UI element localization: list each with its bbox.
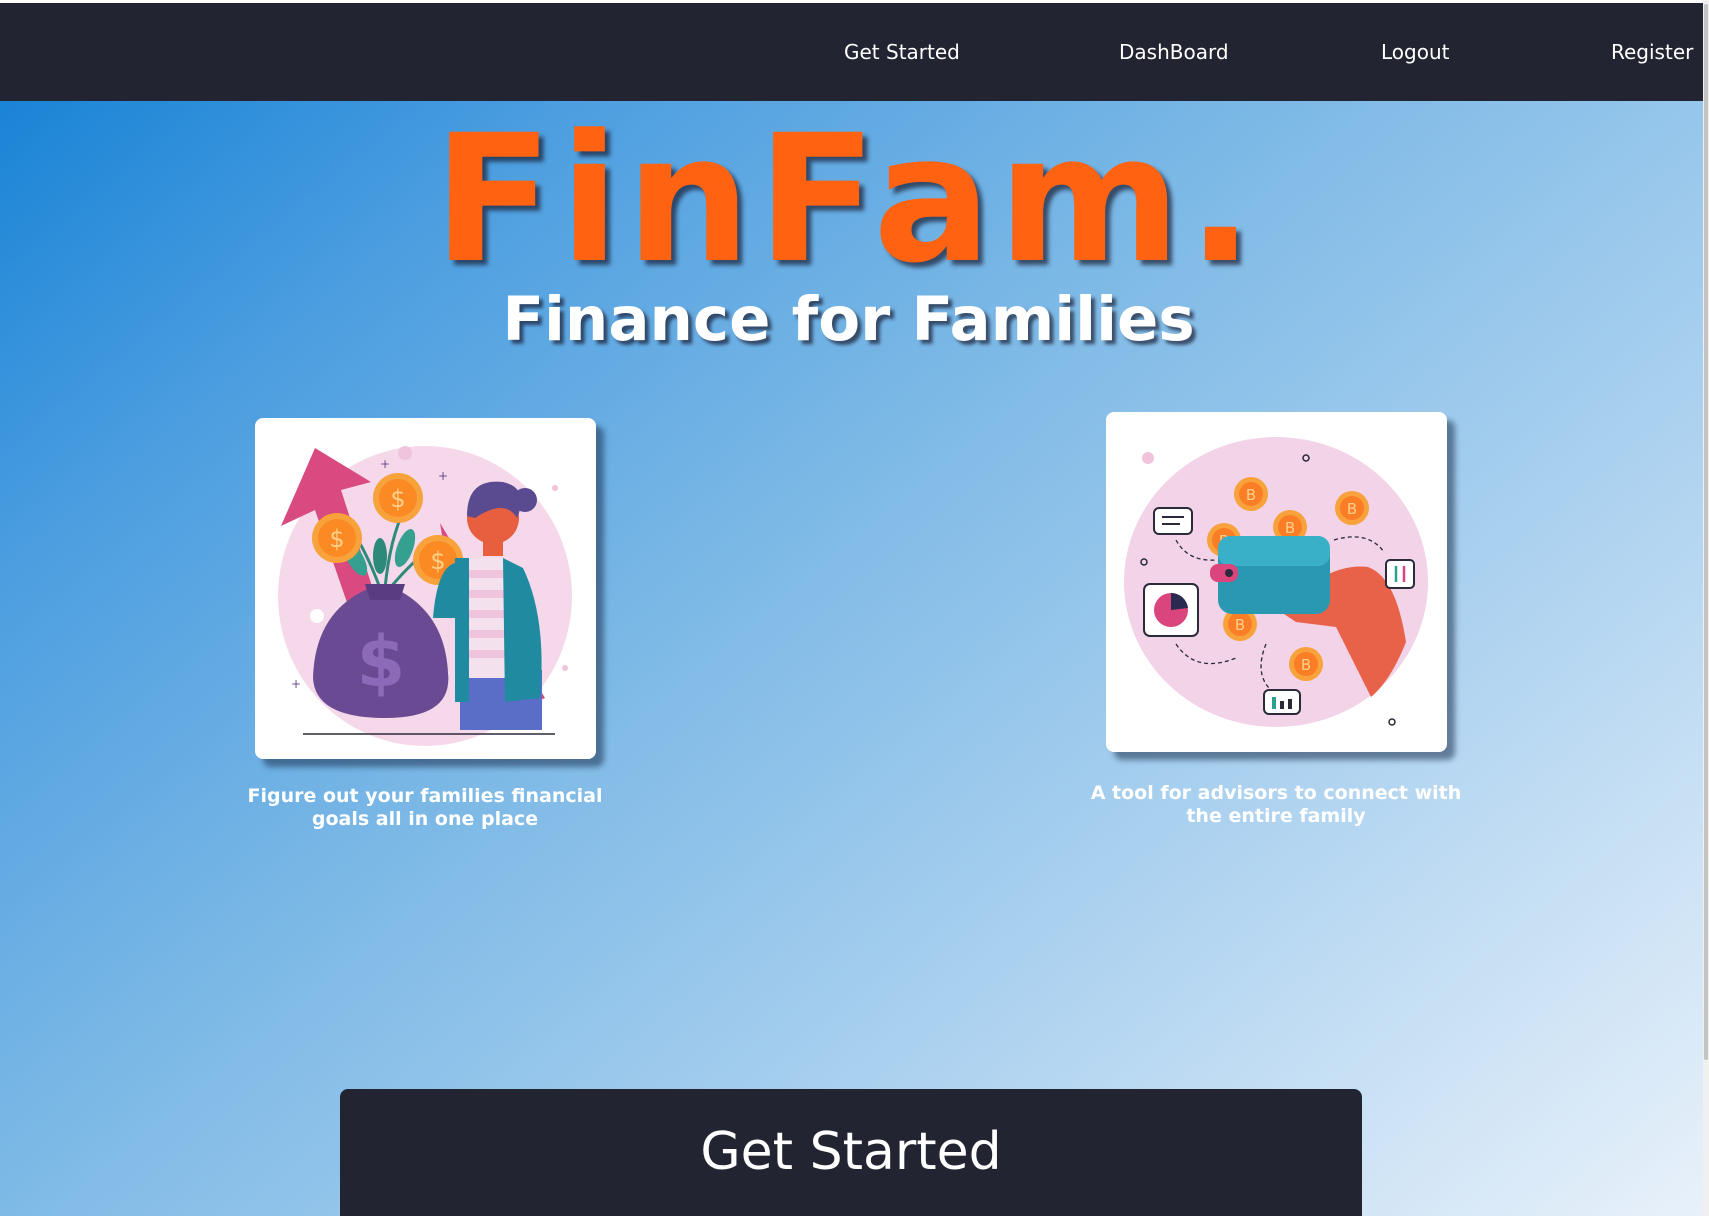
scrollbar-thumb[interactable] [1704, 4, 1708, 1060]
brand-tagline: Finance for Families [502, 284, 1195, 355]
svg-text:B: B [1285, 519, 1295, 537]
money-bag-illustration-icon: + + + $ $ $ $ [278, 446, 572, 746]
svg-text:+: + [291, 677, 301, 691]
top-navigation-bar: Get Started DashBoard Logout Register [0, 3, 1703, 101]
svg-text:B: B [1347, 500, 1357, 518]
feature-caption-advisors: A tool for advisors to connect with the … [1090, 782, 1462, 827]
vertical-scrollbar[interactable] [1703, 0, 1709, 1216]
wallet-bitcoin-illustration-icon: B B B B B B [1124, 437, 1428, 727]
svg-text:B: B [1235, 616, 1245, 634]
brand-title: FinFam. [433, 97, 1260, 302]
nav-register-link[interactable]: Register [1611, 3, 1693, 101]
nav-get-started-link[interactable]: Get Started [844, 3, 960, 101]
nav-logout-link[interactable]: Logout [1381, 3, 1449, 101]
svg-text:+: + [380, 457, 390, 471]
nav-dashboard-link[interactable]: DashBoard [1119, 3, 1229, 101]
svg-text:$: $ [357, 621, 406, 703]
svg-text:$: $ [329, 525, 344, 553]
svg-text:$: $ [390, 485, 405, 513]
svg-text:+: + [438, 469, 448, 483]
get-started-button[interactable]: Get Started [340, 1089, 1362, 1216]
svg-text:B: B [1301, 656, 1311, 674]
svg-text:B: B [1246, 486, 1256, 504]
feature-card-goals: + + + $ $ $ $ [255, 418, 596, 759]
feature-card-advisors: B B B B B B [1106, 412, 1447, 752]
svg-text:$: $ [430, 547, 445, 575]
feature-caption-goals: Figure out your families financial goals… [247, 785, 603, 830]
landing-page: Get Started DashBoard Logout Register Fi… [0, 0, 1703, 1216]
